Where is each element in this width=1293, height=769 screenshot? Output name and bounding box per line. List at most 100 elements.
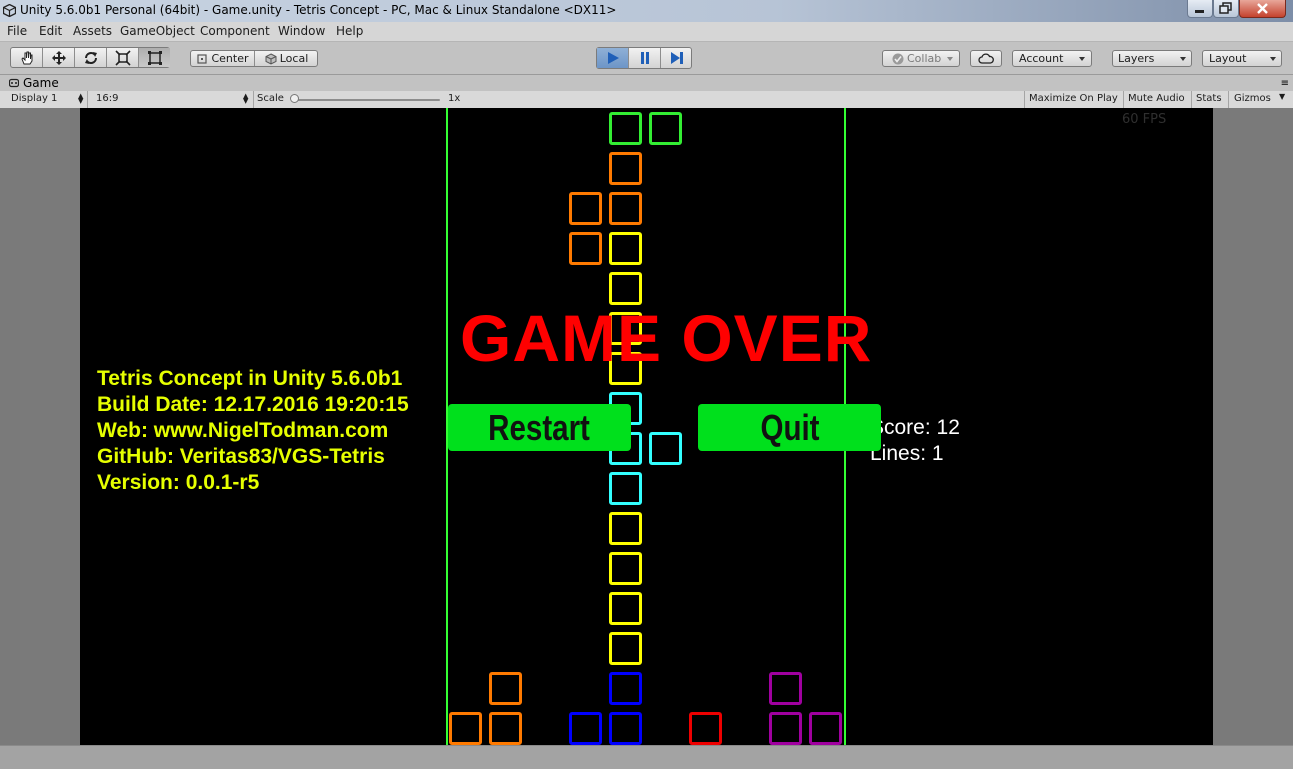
hand-icon bbox=[20, 51, 32, 64]
build-info: Tetris Concept in Unity 5.6.0b1 Build Da… bbox=[97, 366, 409, 496]
window-title: Unity 5.6.0b1 Personal (64bit) - Game.un… bbox=[20, 3, 617, 17]
transform-tools bbox=[10, 47, 170, 68]
block bbox=[809, 712, 842, 745]
info-line-version: Version: 0.0.1-r5 bbox=[97, 471, 260, 494]
info-line-title: Tetris Concept in Unity 5.6.0b1 bbox=[97, 367, 403, 390]
mute-audio-toggle[interactable]: Mute Audio bbox=[1124, 91, 1192, 108]
space-label: Local bbox=[279, 52, 309, 65]
layers-dropdown[interactable]: Layers bbox=[1112, 50, 1192, 67]
gizmos-label: Gizmos bbox=[1234, 93, 1271, 104]
block bbox=[609, 632, 642, 665]
info-line-web: Web: www.NigelTodman.com bbox=[97, 419, 389, 442]
game-view: 60 FPS Tetris Concept in Unity 5.6.0b1 B… bbox=[0, 108, 1293, 745]
play-controls bbox=[596, 47, 692, 69]
main-toolbar: Center Local Collab Account Layers Layou… bbox=[0, 42, 1293, 75]
layout-dropdown[interactable]: Layout bbox=[1202, 50, 1282, 67]
block bbox=[769, 712, 802, 745]
mute-audio-label: Mute Audio bbox=[1128, 93, 1185, 104]
scale-slider-thumb[interactable] bbox=[290, 94, 299, 103]
block bbox=[489, 672, 522, 705]
block bbox=[449, 712, 482, 745]
collab-label: Collab bbox=[907, 52, 942, 65]
status-bar bbox=[0, 745, 1293, 769]
chevron-down-icon bbox=[947, 57, 953, 61]
layout-label: Layout bbox=[1209, 52, 1247, 65]
cloud-button[interactable] bbox=[970, 50, 1002, 67]
tab-header: Game ≡ bbox=[0, 75, 1293, 91]
step-button[interactable] bbox=[661, 48, 692, 68]
rotate-tool-button[interactable] bbox=[75, 48, 107, 67]
block bbox=[689, 712, 722, 745]
display-dropdown[interactable]: Display 1 ▲ ▼ bbox=[0, 91, 88, 108]
menu-window[interactable]: Window bbox=[278, 24, 325, 38]
block bbox=[609, 592, 642, 625]
pivot-center-button[interactable]: Center bbox=[191, 51, 255, 66]
stats-label: Stats bbox=[1196, 93, 1222, 104]
block bbox=[609, 552, 642, 585]
pivot-controls: Center Local bbox=[190, 50, 318, 67]
updown-arrows-icon: ▲ ▼ bbox=[243, 92, 249, 105]
rotate-icon bbox=[84, 51, 97, 64]
restart-button[interactable]: Restart bbox=[448, 404, 631, 451]
block bbox=[649, 112, 682, 145]
account-dropdown[interactable]: Account bbox=[1012, 50, 1092, 67]
block bbox=[609, 232, 642, 265]
maximize-button[interactable] bbox=[1213, 0, 1239, 18]
menu-file[interactable]: File bbox=[7, 24, 27, 38]
minimize-button[interactable] bbox=[1187, 0, 1213, 18]
move-tool-button[interactable] bbox=[43, 48, 75, 67]
play-button[interactable] bbox=[597, 48, 629, 68]
gizmos-dropdown[interactable]: Gizmos ▼ bbox=[1229, 91, 1293, 108]
scale-icon bbox=[114, 49, 131, 66]
score-text: Score: 12 bbox=[870, 416, 960, 439]
quit-button[interactable]: Quit bbox=[698, 404, 881, 451]
pivot-icon bbox=[197, 53, 208, 64]
block bbox=[569, 192, 602, 225]
tab-menu-icon[interactable]: ≡ bbox=[1281, 78, 1289, 89]
chevron-down-icon bbox=[1270, 57, 1276, 61]
aspect-label: 16:9 bbox=[96, 93, 119, 104]
chevron-down-icon bbox=[1180, 57, 1186, 61]
block bbox=[609, 712, 642, 745]
play-icon bbox=[607, 52, 619, 64]
tab-game[interactable]: Game bbox=[4, 76, 74, 91]
aspect-dropdown[interactable]: 16:9 ▲ ▼ bbox=[88, 91, 254, 108]
score-panel: Score: 12 Lines: 1 bbox=[870, 415, 960, 467]
chevron-down-icon: ▼ bbox=[1279, 92, 1286, 101]
block bbox=[609, 152, 642, 185]
block bbox=[489, 712, 522, 745]
game-canvas: 60 FPS Tetris Concept in Unity 5.6.0b1 B… bbox=[80, 108, 1213, 745]
menu-edit[interactable]: Edit bbox=[39, 24, 62, 38]
scale-tool-button[interactable] bbox=[107, 48, 139, 67]
close-button[interactable] bbox=[1239, 0, 1286, 18]
minimize-icon bbox=[1195, 10, 1204, 13]
scale-slider-track[interactable] bbox=[292, 99, 440, 101]
hand-tool-button[interactable] bbox=[11, 48, 43, 67]
check-icon bbox=[892, 53, 904, 65]
cube-icon bbox=[265, 52, 277, 65]
maximize-on-play-label: Maximize On Play bbox=[1029, 93, 1118, 104]
title-bar: Unity 5.6.0b1 Personal (64bit) - Game.un… bbox=[0, 0, 1293, 22]
maximize-on-play-toggle[interactable]: Maximize On Play bbox=[1024, 91, 1124, 108]
collab-dropdown[interactable]: Collab bbox=[882, 50, 960, 67]
pivot-local-button[interactable]: Local bbox=[255, 51, 318, 66]
menu-assets[interactable]: Assets bbox=[73, 24, 112, 38]
pivot-label: Center bbox=[211, 52, 249, 65]
stats-toggle[interactable]: Stats bbox=[1192, 91, 1229, 108]
fps-counter: 60 FPS bbox=[1122, 112, 1167, 127]
cloud-icon bbox=[978, 53, 994, 64]
menu-gameobject[interactable]: GameObject bbox=[120, 24, 195, 38]
game-toolbar: Display 1 ▲ ▼ 16:9 ▲ ▼ Scale 1x Maximize O… bbox=[0, 91, 1293, 109]
rect-tool-button[interactable] bbox=[139, 48, 170, 67]
restart-label: Restart bbox=[488, 406, 591, 448]
close-icon bbox=[1257, 3, 1268, 14]
block bbox=[609, 512, 642, 545]
block bbox=[609, 112, 642, 145]
menu-help[interactable]: Help bbox=[336, 24, 363, 38]
move-icon bbox=[51, 50, 66, 65]
block bbox=[649, 432, 682, 465]
lines-text: Lines: 1 bbox=[870, 442, 944, 465]
pause-button[interactable] bbox=[629, 48, 661, 68]
menu-component[interactable]: Component bbox=[200, 24, 270, 38]
updown-arrows-icon: ▲ ▼ bbox=[78, 92, 84, 105]
